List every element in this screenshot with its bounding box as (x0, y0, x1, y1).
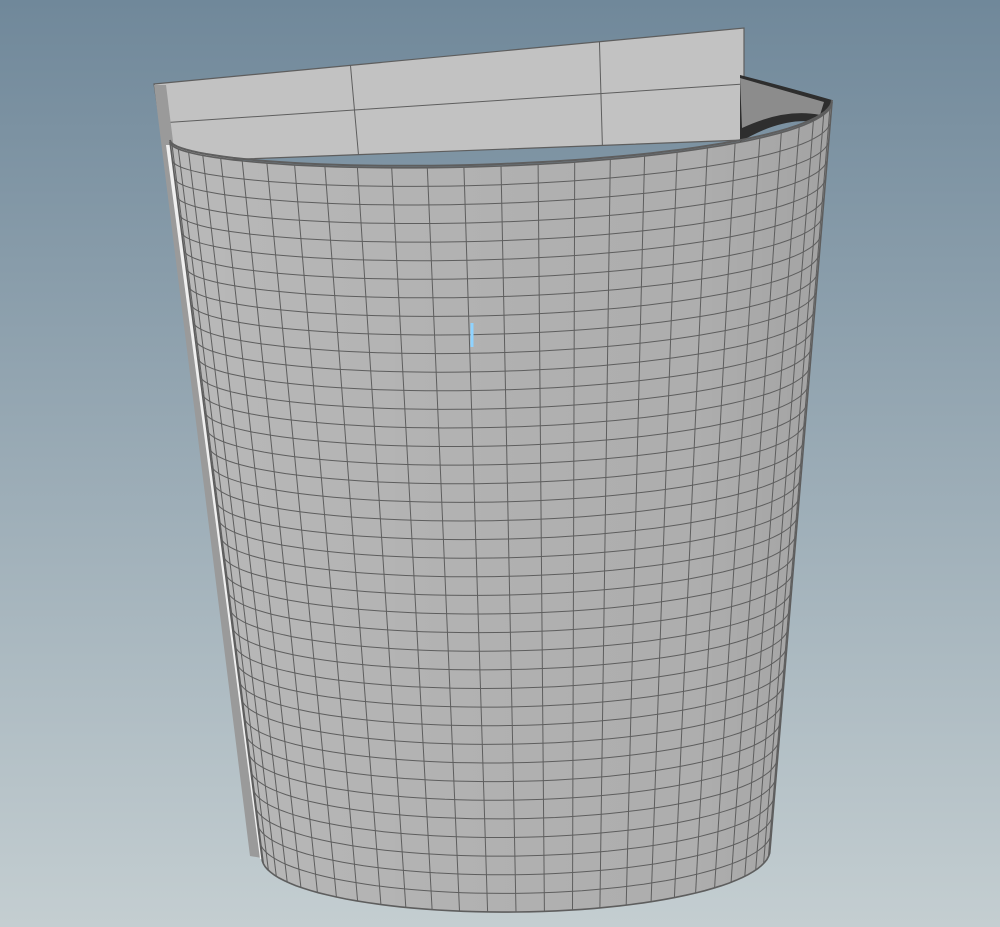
3d-viewport[interactable] (0, 0, 1000, 927)
curved-wall-mesh[interactable] (169, 101, 833, 913)
viewport-canvas[interactable] (0, 0, 1000, 927)
